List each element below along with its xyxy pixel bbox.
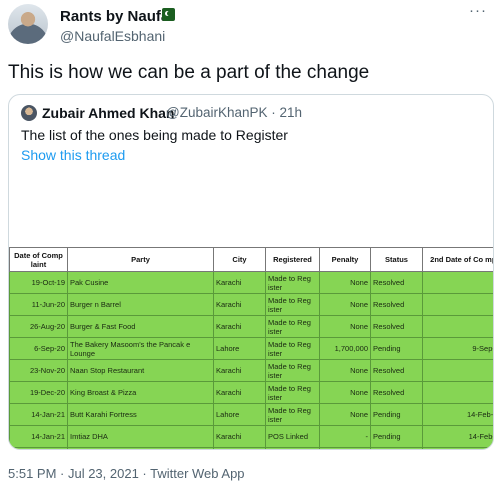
cell-party: A-1 Peshawri Chapli Kabab & B.B.Q: [67, 447, 214, 449]
cell-status: Resolved: [370, 293, 423, 316]
cell-registered: POS Linked: [265, 425, 320, 448]
cell-date: 14-Jan-21: [9, 403, 68, 426]
table-row: 14-Jan-21 Imtiaz DHA Karachi POS Linked - Pen…: [9, 425, 493, 448]
cell-city: Karachi: [213, 381, 266, 404]
header-status: Status: [370, 247, 423, 272]
header-second-date: 2nd Date of Co mplaint: [422, 247, 493, 272]
cell-second-date: 14-Feb-21 Res: [422, 403, 493, 426]
cell-penalty: None: [319, 381, 371, 404]
cell-penalty: 1,700,000: [319, 337, 371, 360]
pakistan-flag-icon: [162, 8, 175, 21]
cell-party: Imtiaz DHA: [67, 425, 214, 448]
cell-city: Karachi: [213, 447, 266, 449]
cell-party: Burger & Fast Food: [67, 315, 214, 338]
cell-status: Resolved: [370, 315, 423, 338]
cell-status: Pending: [370, 447, 423, 449]
cell-registered: Made to Reg ister: [265, 381, 320, 404]
quoted-table-image[interactable]: Date of Comp laint Party City Registered…: [9, 247, 493, 449]
cell-city: Karachi: [213, 271, 266, 294]
cell-status: Resolved: [370, 271, 423, 294]
author-name[interactable]: Rants by Naufal: [60, 8, 173, 25]
cell-date: 6-Sep-20: [9, 337, 68, 360]
cell-registered: Made to Reg ister: [265, 447, 320, 449]
table-row: 16-Jan-21A-1 Peshawri Chapli Kabab & B.B…: [9, 447, 493, 449]
cell-registered: Made to Reg ister: [265, 403, 320, 426]
cell-second-date: [422, 359, 493, 382]
cell-date: 14-Jan-21: [9, 425, 68, 448]
cell-registered: Made to Reg ister: [265, 359, 320, 382]
header-date: Date of Comp laint: [9, 247, 68, 272]
cell-penalty: -: [319, 425, 371, 448]
cell-penalty: None: [319, 447, 371, 449]
cell-second-date: [422, 381, 493, 404]
cell-second-date: 9-Sep-20 Per: [422, 337, 493, 360]
header-city: City: [213, 247, 266, 272]
table-row: 14-Jan-21 Butt Karahi Fortress Lahore Made …: [9, 403, 493, 426]
quoted-author-name: Zubair Ahmed Khan: [42, 105, 175, 121]
cell-city: Karachi: [213, 425, 266, 448]
cell-second-date: [422, 315, 493, 338]
cell-city: Karachi: [213, 315, 266, 338]
cell-registered: Made to Reg ister: [265, 337, 320, 360]
cell-penalty: None: [319, 293, 371, 316]
quoted-author-handle: @ZubairKhanPK · 21h: [166, 105, 303, 120]
cell-penalty: None: [319, 359, 371, 382]
cell-registered: Made to Reg ister: [265, 271, 320, 294]
cell-status: Pending: [370, 403, 423, 426]
table-row: 11-Jun-20 Burger n Barrel Karachi Made to R…: [9, 293, 493, 316]
show-thread-link[interactable]: Show this thread: [21, 147, 125, 163]
cell-party: Naan Stop Restaurant: [67, 359, 214, 382]
cell-second-date: [422, 293, 493, 316]
cell-registered: Made to Reg ister: [265, 293, 320, 316]
author-avatar[interactable]: [8, 4, 48, 44]
tweet-timestamp[interactable]: 5:51 PM · Jul 23, 2021 · Twitter Web App: [8, 466, 245, 481]
table-row: 6-Sep-20 The Bakery Masoom's the Pancak e…: [9, 337, 493, 360]
cell-second-date: 18-Mar-21 Re: [422, 447, 493, 449]
table-header-row: Date of Comp laint Party City Registered…: [9, 247, 493, 272]
table-row: 23-Nov-20 Naan Stop Restaurant Karachi Made…: [9, 359, 493, 382]
complaints-table: Date of Comp laint Party City Registered…: [9, 247, 493, 449]
cell-party: Butt Karahi Fortress: [67, 403, 214, 426]
cell-registered: Made to Reg ister: [265, 315, 320, 338]
cell-party: Pak Cusine: [67, 271, 214, 294]
table-row: 26-Aug-20 Burger & Fast Food Karachi Made t…: [9, 315, 493, 338]
cell-party: The Bakery Masoom's the Pancak e Lounge: [67, 337, 214, 360]
cell-status: Pending: [370, 425, 423, 448]
cell-date: 19-Dec-20: [9, 381, 68, 404]
cell-second-date: [422, 271, 493, 294]
cell-city: Lahore: [213, 403, 266, 426]
cell-status: Resolved: [370, 359, 423, 382]
cell-second-date: 14-Feb-21 Per: [422, 425, 493, 448]
cell-penalty: None: [319, 271, 371, 294]
author-handle[interactable]: @NaufalEsbhani: [60, 28, 165, 44]
header-penalty: Penalty: [319, 247, 371, 272]
quoted-tweet-text: The list of the ones being made to Regis…: [21, 127, 288, 143]
cell-penalty: None: [319, 315, 371, 338]
cell-status: Resolved: [370, 381, 423, 404]
cell-penalty: None: [319, 403, 371, 426]
table-row: 19-Dec-20 King Broast & Pizza Karachi Made …: [9, 381, 493, 404]
cell-party: King Broast & Pizza: [67, 381, 214, 404]
quoted-tweet[interactable]: Zubair Ahmed Khan @ZubairKhanPK · 21h Th…: [8, 94, 494, 450]
cell-date: 16-Jan-21: [9, 447, 68, 449]
more-options-icon[interactable]: ···: [469, 2, 487, 19]
tweet-text: This is how we can be a part of the chan…: [8, 62, 370, 83]
cell-date: 19-Oct-19: [9, 271, 68, 294]
cell-date: 23-Nov-20: [9, 359, 68, 382]
cell-date: 26-Aug-20: [9, 315, 68, 338]
quoted-author-avatar: [21, 105, 37, 121]
table-row: 19-Oct-19 Pak Cusine Karachi Made to Reg is…: [9, 271, 493, 294]
cell-city: Lahore: [213, 337, 266, 360]
cell-party: Burger n Barrel: [67, 293, 214, 316]
cell-status: Pending: [370, 337, 423, 360]
cell-city: Karachi: [213, 293, 266, 316]
cell-date: 11-Jun-20: [9, 293, 68, 316]
header-registered: Registered: [265, 247, 320, 272]
header-party: Party: [67, 247, 214, 272]
cell-city: Karachi: [213, 359, 266, 382]
